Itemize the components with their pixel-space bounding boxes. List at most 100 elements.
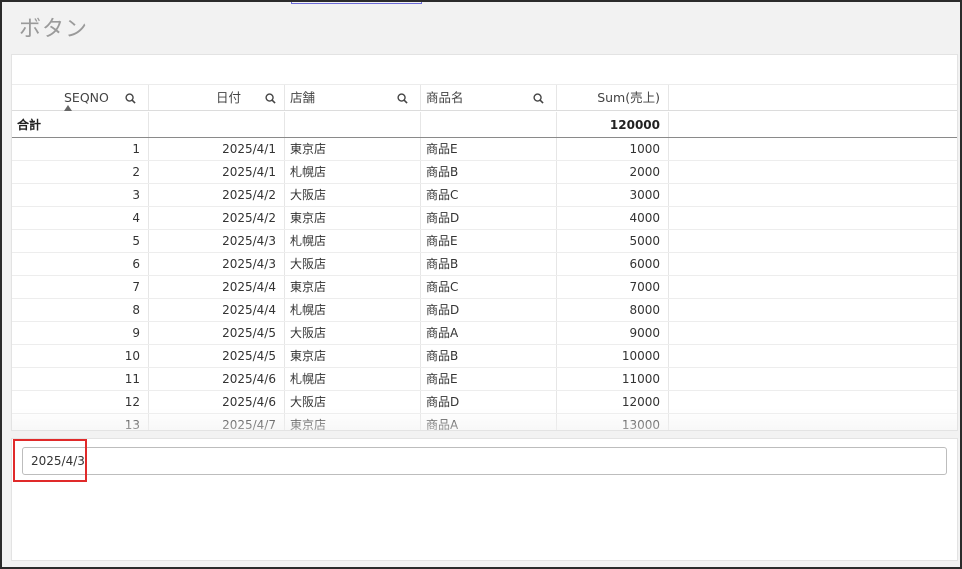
- cell-store[interactable]: 札幌店: [285, 230, 421, 252]
- cell-sales[interactable]: 6000: [557, 253, 669, 275]
- cell-sales[interactable]: 12000: [557, 391, 669, 413]
- column-header-seqno[interactable]: SEQNO: [12, 85, 149, 111]
- cell-store[interactable]: 東京店: [285, 276, 421, 298]
- cell-seqno[interactable]: 4: [12, 207, 149, 229]
- total-cell-empty: [285, 112, 421, 137]
- cell-product[interactable]: 商品E: [421, 368, 557, 390]
- column-header-product[interactable]: 商品名: [421, 85, 557, 110]
- total-row: 合計 120000: [12, 112, 957, 138]
- cell-store[interactable]: 札幌店: [285, 368, 421, 390]
- cell-seqno[interactable]: 8: [12, 299, 149, 321]
- total-sales: 120000: [557, 112, 669, 137]
- column-header-store[interactable]: 店舗: [285, 85, 421, 110]
- cell-store[interactable]: 東京店: [285, 138, 421, 160]
- cell-seqno[interactable]: 13: [12, 414, 149, 430]
- cell-seqno[interactable]: 12: [12, 391, 149, 413]
- column-header-label: Sum(売上): [597, 90, 660, 105]
- search-icon[interactable]: [125, 93, 136, 104]
- cell-store[interactable]: 東京店: [285, 207, 421, 229]
- cell-product[interactable]: 商品D: [421, 299, 557, 321]
- cell-sales[interactable]: 10000: [557, 345, 669, 367]
- cell-seqno[interactable]: 6: [12, 253, 149, 275]
- sort-ascending-icon[interactable]: [64, 105, 72, 111]
- cell-sales[interactable]: 1000: [557, 138, 669, 160]
- column-header-sales[interactable]: Sum(売上): [557, 85, 669, 110]
- cell-sales[interactable]: 4000: [557, 207, 669, 229]
- cell-product[interactable]: 商品C: [421, 276, 557, 298]
- cell-product[interactable]: 商品E: [421, 230, 557, 252]
- cell-sales[interactable]: 2000: [557, 161, 669, 183]
- cell-sales[interactable]: 8000: [557, 299, 669, 321]
- table-row[interactable]: 6 2025/4/3 大阪店 商品B 6000: [12, 253, 957, 276]
- search-icon[interactable]: [265, 93, 276, 104]
- cell-date[interactable]: 2025/4/5: [149, 322, 285, 344]
- table-row[interactable]: 1 2025/4/1 東京店 商品E 1000: [12, 138, 957, 161]
- cell-sales[interactable]: 3000: [557, 184, 669, 206]
- cell-product[interactable]: 商品D: [421, 391, 557, 413]
- cell-date[interactable]: 2025/4/4: [149, 276, 285, 298]
- cell-store[interactable]: 東京店: [285, 345, 421, 367]
- cell-date[interactable]: 2025/4/6: [149, 391, 285, 413]
- cell-sales[interactable]: 9000: [557, 322, 669, 344]
- cell-date[interactable]: 2025/4/6: [149, 368, 285, 390]
- cell-date[interactable]: 2025/4/1: [149, 138, 285, 160]
- cell-date[interactable]: 2025/4/4: [149, 299, 285, 321]
- table-row[interactable]: 7 2025/4/4 東京店 商品C 7000: [12, 276, 957, 299]
- cell-seqno[interactable]: 11: [12, 368, 149, 390]
- cell-product[interactable]: 商品C: [421, 184, 557, 206]
- cell-date[interactable]: 2025/4/2: [149, 184, 285, 206]
- table-row[interactable]: 5 2025/4/3 札幌店 商品E 5000: [12, 230, 957, 253]
- cell-sales[interactable]: 7000: [557, 276, 669, 298]
- column-header-label: 日付: [216, 90, 242, 105]
- cell-seqno[interactable]: 5: [12, 230, 149, 252]
- cell-product[interactable]: 商品A: [421, 322, 557, 344]
- column-header-label: 店舗: [290, 90, 316, 105]
- table-row[interactable]: 11 2025/4/6 札幌店 商品E 11000: [12, 368, 957, 391]
- cell-store[interactable]: 大阪店: [285, 391, 421, 413]
- cell-sales[interactable]: 11000: [557, 368, 669, 390]
- table-header-row: SEQNO 日付 店舗 商品名 Sum(売上): [12, 84, 957, 111]
- table-row[interactable]: 2 2025/4/1 札幌店 商品B 2000: [12, 161, 957, 184]
- cell-date[interactable]: 2025/4/7: [149, 414, 285, 430]
- cell-store[interactable]: 札幌店: [285, 161, 421, 183]
- top-indicator: [291, 0, 422, 4]
- cell-store[interactable]: 札幌店: [285, 299, 421, 321]
- cell-date[interactable]: 2025/4/2: [149, 207, 285, 229]
- table-row[interactable]: 13 2025/4/7 東京店 商品A 13000: [12, 414, 957, 430]
- cell-store[interactable]: 大阪店: [285, 184, 421, 206]
- cell-date[interactable]: 2025/4/3: [149, 230, 285, 252]
- cell-seqno[interactable]: 3: [12, 184, 149, 206]
- cell-seqno[interactable]: 9: [12, 322, 149, 344]
- cell-store[interactable]: 大阪店: [285, 253, 421, 275]
- table-row[interactable]: 3 2025/4/2 大阪店 商品C 3000: [12, 184, 957, 207]
- search-icon[interactable]: [397, 93, 408, 104]
- cell-seqno[interactable]: 1: [12, 138, 149, 160]
- page-title: ボタン: [19, 17, 89, 42]
- cell-product[interactable]: 商品D: [421, 207, 557, 229]
- table-row[interactable]: 4 2025/4/2 東京店 商品D 4000: [12, 207, 957, 230]
- cell-sales[interactable]: 5000: [557, 230, 669, 252]
- table-row[interactable]: 9 2025/4/5 大阪店 商品A 9000: [12, 322, 957, 345]
- cell-seqno[interactable]: 7: [12, 276, 149, 298]
- cell-product[interactable]: 商品A: [421, 414, 557, 430]
- date-input[interactable]: [22, 447, 947, 475]
- total-cell-empty: [421, 112, 557, 137]
- cell-product[interactable]: 商品B: [421, 345, 557, 367]
- column-header-date[interactable]: 日付: [149, 85, 285, 110]
- cell-sales[interactable]: 13000: [557, 414, 669, 430]
- cell-seqno[interactable]: 2: [12, 161, 149, 183]
- cell-product[interactable]: 商品B: [421, 253, 557, 275]
- input-panel: [11, 438, 958, 561]
- cell-product[interactable]: 商品B: [421, 161, 557, 183]
- table-row[interactable]: 8 2025/4/4 札幌店 商品D 8000: [12, 299, 957, 322]
- cell-store[interactable]: 大阪店: [285, 322, 421, 344]
- cell-seqno[interactable]: 10: [12, 345, 149, 367]
- cell-date[interactable]: 2025/4/5: [149, 345, 285, 367]
- table-row[interactable]: 12 2025/4/6 大阪店 商品D 12000: [12, 391, 957, 414]
- cell-date[interactable]: 2025/4/3: [149, 253, 285, 275]
- cell-product[interactable]: 商品E: [421, 138, 557, 160]
- search-icon[interactable]: [533, 93, 544, 104]
- table-row[interactable]: 10 2025/4/5 東京店 商品B 10000: [12, 345, 957, 368]
- cell-date[interactable]: 2025/4/1: [149, 161, 285, 183]
- cell-store[interactable]: 東京店: [285, 414, 421, 430]
